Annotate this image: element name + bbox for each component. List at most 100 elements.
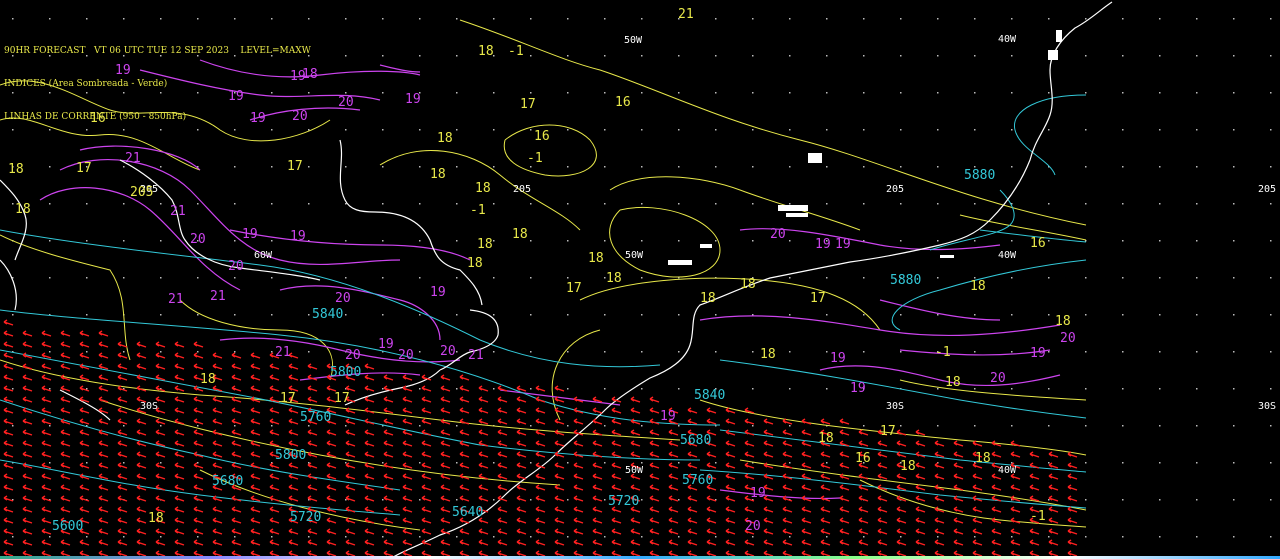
stream-label: 19: [430, 285, 446, 300]
grid-label: 50W: [625, 250, 644, 261]
index-label: 16: [615, 95, 631, 110]
index-label: 18: [475, 181, 491, 196]
index-label: 18: [430, 167, 446, 182]
grid-label: 30S: [140, 401, 158, 412]
geo-label: 5800: [330, 365, 361, 380]
index-label: 18: [8, 162, 24, 177]
grid-label: 40W: [998, 250, 1017, 261]
stream-label: 20: [228, 259, 244, 274]
index-label: -1: [935, 345, 951, 360]
index-label: 205: [130, 185, 153, 200]
index-label: 18: [512, 227, 528, 242]
grid-label: 40W: [998, 465, 1017, 476]
index-label: -1: [508, 44, 524, 59]
index-label: 18: [588, 251, 604, 266]
stream-label: 19: [242, 227, 258, 242]
index-label: 18: [1055, 314, 1071, 329]
index-label: 18: [606, 271, 622, 286]
indices-legend: INDICES (Area Sombreada - Verde): [4, 79, 168, 89]
stream-label: 19: [290, 229, 306, 244]
stream-label: 21: [468, 348, 484, 363]
stream-label: 20: [745, 519, 761, 534]
index-label: 18: [760, 347, 776, 362]
geo-label: 5840: [312, 307, 343, 322]
stream-label: 20: [190, 232, 206, 247]
index-label: 18: [975, 451, 991, 466]
grid-label: 30S: [886, 401, 904, 412]
stream-label: 21: [275, 345, 291, 360]
index-label: 18: [700, 291, 716, 306]
stream-label: 20: [770, 227, 786, 242]
stream-label: 19: [750, 486, 766, 501]
stream-label: 19: [378, 337, 394, 352]
index-label: -1: [1030, 509, 1046, 524]
geo-label: 5800: [275, 448, 306, 463]
index-label: 18: [478, 44, 494, 59]
grid-label: 50W: [624, 35, 643, 46]
geo-label: 5840: [694, 388, 725, 403]
index-label: 17: [287, 159, 303, 174]
index-label: 17: [76, 161, 92, 176]
index-label: -1: [527, 151, 543, 166]
geo-label: 5760: [682, 473, 713, 488]
stream-label: 20: [338, 95, 354, 110]
index-label: 16: [855, 451, 871, 466]
grid-label: 30S: [1258, 401, 1276, 412]
index-label: 18: [467, 256, 483, 271]
index-label: 18: [148, 511, 164, 526]
index-label: 18: [15, 202, 31, 217]
stream-label: 20: [440, 344, 456, 359]
stream-label: 19: [815, 237, 831, 252]
stream-label: 21: [125, 151, 141, 166]
index-label: 18: [945, 375, 961, 390]
stream-label: 20: [990, 371, 1006, 386]
index-label: 18: [970, 279, 986, 294]
index-label: 17: [520, 97, 536, 112]
grid-label: 205: [1258, 184, 1276, 195]
index-label: 17: [334, 391, 350, 406]
geo-label: 5760: [300, 410, 331, 425]
index-label: 18: [900, 459, 916, 474]
stream-label: 19: [830, 351, 846, 366]
stream-label: 21: [168, 292, 184, 307]
index-label: 18: [477, 237, 493, 252]
stream-label: 21: [210, 289, 226, 304]
stream-label: 20: [398, 348, 414, 363]
forecast-title: 90HR FORECAST VT 06 UTC TUE 12 SEP 2023 …: [4, 46, 311, 56]
index-label: 16: [1030, 236, 1046, 251]
index-label: 18: [818, 431, 834, 446]
stream-label: 19: [660, 409, 676, 424]
stream-label: 21: [170, 204, 186, 219]
stream-label: 20: [1060, 331, 1076, 346]
grid-label: 205: [886, 184, 904, 195]
stream-label: 20: [345, 348, 361, 363]
map-header: 90HR FORECAST VT 06 UTC TUE 12 SEP 2023 …: [4, 24, 311, 134]
index-label: 17: [280, 391, 296, 406]
stream-label: 19: [850, 381, 866, 396]
stream-label: 19: [835, 237, 851, 252]
geo-label: 5720: [290, 510, 321, 525]
stream-label: 19: [405, 92, 421, 107]
index-label: 21: [678, 7, 694, 22]
geo-label: 5680: [212, 474, 243, 489]
geo-label: 5880: [964, 168, 995, 183]
index-label: 18: [437, 131, 453, 146]
index-label: 17: [810, 291, 826, 306]
geo-label: 5880: [890, 273, 921, 288]
index-label: 16: [534, 129, 550, 144]
stream-label: 19: [1030, 346, 1046, 361]
grid-label: 50W: [625, 465, 644, 476]
stream-label: 20: [335, 291, 351, 306]
geo-label: 5680: [680, 433, 711, 448]
grid-label: 40W: [998, 34, 1017, 45]
grid-label: 60W: [254, 250, 273, 261]
index-label: 17: [566, 281, 582, 296]
grid-label: 205: [513, 184, 531, 195]
index-label: -1: [470, 203, 486, 218]
index-label: 17: [880, 424, 896, 439]
geopotential-contours: [0, 94, 1087, 516]
geo-label: 5600: [52, 519, 83, 534]
index-label: 18: [200, 372, 216, 387]
geo-label: 5720: [608, 494, 639, 509]
streamline-legend: LINHAS DE CORRENTE (950 - 850hPa): [4, 112, 187, 122]
